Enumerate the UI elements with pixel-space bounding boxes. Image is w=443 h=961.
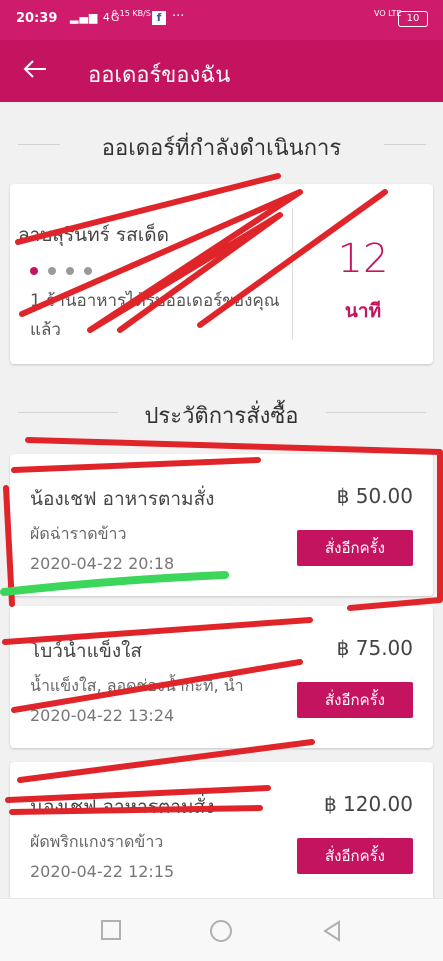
status-bar: 20:39 ▂▄▆ 4G 0.15 KB/S f ··· VO LTE 10: [0, 0, 443, 40]
reorder-button[interactable]: สั่งอีกครั้ง: [297, 682, 413, 718]
order-shop: น้องเชฟ อาหารตามสั่ง: [30, 488, 215, 510]
divider: [18, 412, 118, 413]
divider: [18, 144, 60, 145]
order-items: ผัดฉ่าราดข้าว: [30, 524, 127, 543]
progress-dot: [48, 267, 56, 275]
active-order-shop: ลาบสุรินทร์ รสเด็ด: [18, 224, 169, 246]
system-nav-bar: [0, 898, 443, 961]
triangle-back-icon[interactable]: [322, 920, 342, 942]
progress-dot: [66, 267, 74, 275]
active-orders-heading: ออเดอร์ที่กำลังดำเนินการ: [0, 130, 443, 165]
square-icon[interactable]: [101, 920, 121, 940]
order-date: 2020-04-22 12:15: [30, 862, 175, 881]
more-notifications-icon: ···: [172, 9, 185, 24]
order-shop: โบว์น้ำแข็งใส: [30, 640, 142, 662]
progress-dot: [84, 267, 92, 275]
order-history-card[interactable]: น้องเชฟ อาหารตามสั่ง ฿ 120.00 ผัดพริกแกง…: [10, 762, 433, 904]
order-price: ฿ 75.00: [336, 636, 413, 660]
order-history-heading: ประวัติการสั่งซื้อ: [0, 398, 443, 433]
order-price: ฿ 120.00: [323, 792, 413, 816]
order-shop: น้องเชฟ อาหารตามสั่ง: [30, 796, 215, 818]
order-history-card[interactable]: โบว์น้ำแข็งใส ฿ 75.00 น้ำแข็งใส, ลอดช่อง…: [10, 606, 433, 748]
order-date: 2020-04-22 13:24: [30, 706, 175, 725]
active-order-message: 1 ร้านอาหารได้รับออเดอร์ของคุณแล้ว: [30, 291, 280, 340]
order-date: 2020-04-22 20:18: [30, 554, 175, 573]
arrow-left-icon[interactable]: [20, 54, 50, 84]
eta-minutes: 12: [337, 236, 389, 282]
order-items: ผัดพริกแกงราดข้าว: [30, 832, 164, 851]
circle-icon[interactable]: [210, 920, 232, 942]
battery-icon: 10: [398, 11, 428, 27]
app-bar: ออเดอร์ของฉัน: [0, 40, 443, 102]
order-price: ฿ 50.00: [336, 484, 413, 508]
divider: [326, 412, 426, 413]
order-items: น้ำแข็งใส, ลอดช่องน้ำกะทิ, น้ำ: [30, 676, 244, 695]
divider: [384, 144, 426, 145]
order-progress-dots: [30, 260, 102, 279]
facebook-icon: f: [152, 11, 166, 25]
progress-dot: [30, 267, 38, 275]
order-history-card[interactable]: น้องเชฟ อาหารตามสั่ง ฿ 50.00 ผัดฉ่าราดข้…: [10, 454, 433, 596]
reorder-button[interactable]: สั่งอีกครั้ง: [297, 838, 413, 874]
eta-unit: นาที: [344, 300, 382, 322]
status-time: 20:39: [16, 11, 58, 26]
reorder-button[interactable]: สั่งอีกครั้ง: [297, 530, 413, 566]
page-title: ออเดอร์ของฉัน: [88, 63, 231, 88]
active-order-card[interactable]: ลาบสุรินทร์ รสเด็ด 1 ร้านอาหารได้รับออเด…: [10, 184, 433, 364]
network-speed: 0.15 KB/S: [112, 9, 151, 18]
